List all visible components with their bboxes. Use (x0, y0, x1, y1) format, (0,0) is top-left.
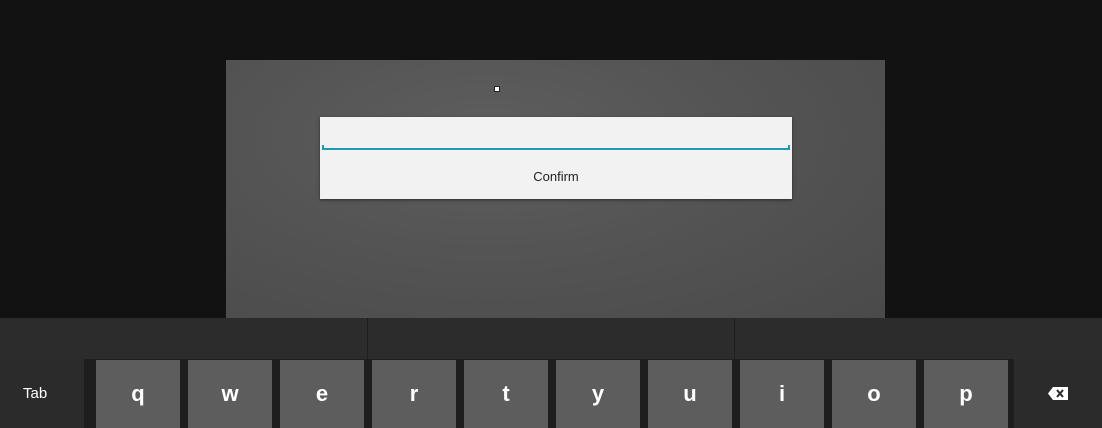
focus-indicator (494, 86, 500, 92)
key-w[interactable]: w (188, 360, 272, 428)
input-dialog: Confirm (320, 117, 792, 199)
tab-key[interactable]: Tab (0, 359, 84, 428)
backspace-key[interactable] (1014, 359, 1102, 428)
key-u[interactable]: u (648, 360, 732, 428)
on-screen-keyboard: Tab q w e r t y u i o p (0, 318, 1102, 428)
keyboard-row: Tab q w e r t y u i o p (0, 359, 1102, 428)
app-area: Confirm (0, 0, 1102, 318)
key-t[interactable]: t (464, 360, 548, 428)
confirm-button[interactable]: Confirm (320, 153, 792, 199)
key-e[interactable]: e (280, 360, 364, 428)
suggestion-slot[interactable] (0, 318, 368, 359)
backspace-icon (1048, 387, 1068, 400)
suggestion-slot[interactable] (735, 318, 1102, 359)
key-y[interactable]: y (556, 360, 640, 428)
text-input[interactable] (322, 119, 790, 151)
suggestion-slot[interactable] (368, 318, 736, 359)
input-underline (322, 145, 790, 150)
key-p[interactable]: p (924, 360, 1008, 428)
key-q[interactable]: q (96, 360, 180, 428)
suggestion-strip (0, 318, 1102, 359)
key-r[interactable]: r (372, 360, 456, 428)
key-i[interactable]: i (740, 360, 824, 428)
key-o[interactable]: o (832, 360, 916, 428)
